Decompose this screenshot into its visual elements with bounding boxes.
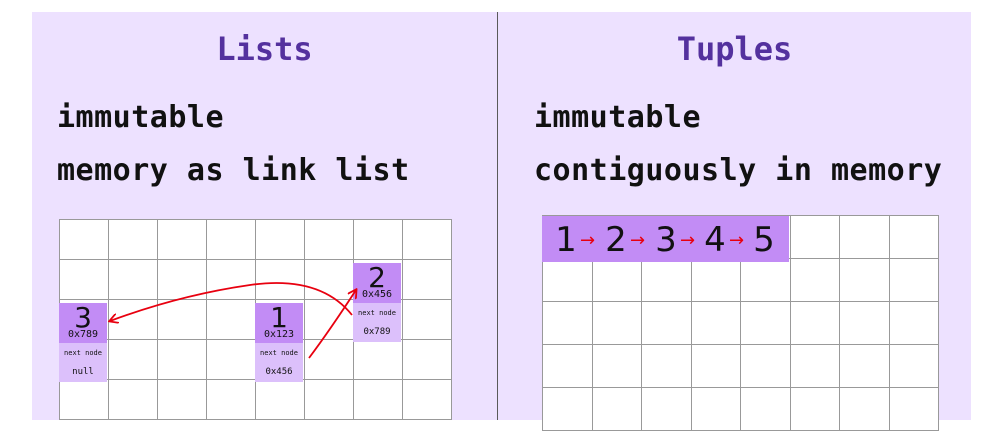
memory-cell: [642, 388, 692, 431]
memory-cell: [642, 302, 692, 345]
memory-cell: [741, 302, 791, 345]
memory-cell: [741, 259, 791, 302]
memory-cell: [691, 259, 741, 302]
memory-cell: [691, 302, 741, 345]
memory-cell: [741, 345, 791, 388]
pointer-arrow-1-to-2: [308, 290, 356, 359]
memory-cell: [691, 388, 741, 431]
memory-cell: [889, 388, 939, 431]
memory-cell: [592, 388, 642, 431]
memory-cell: [889, 216, 939, 259]
memory-cell: [543, 388, 593, 431]
memory-cell: [592, 345, 642, 388]
pointer-arrow-2-to-3: [110, 282, 353, 321]
tuple-block: 1 → 2 → 3 → 4 → 5: [542, 216, 789, 262]
memory-cell: [790, 259, 840, 302]
memory-cell: [840, 302, 890, 345]
tuple-item-5: 5: [753, 220, 775, 260]
memory-cell: [592, 302, 642, 345]
memory-cell: [840, 345, 890, 388]
memory-cell: [889, 259, 939, 302]
memory-cell: [790, 302, 840, 345]
memory-cell: [889, 345, 939, 388]
memory-cell: [840, 259, 890, 302]
memory-cell: [741, 388, 791, 431]
memory-cell: [543, 302, 593, 345]
memory-cell: [592, 259, 642, 302]
memory-cell: [840, 216, 890, 259]
memory-cell: [642, 345, 692, 388]
memory-cell: [790, 216, 840, 259]
memory-cell: [543, 345, 593, 388]
memory-cell: [642, 259, 692, 302]
memory-cell: [889, 302, 939, 345]
memory-cell: [790, 345, 840, 388]
memory-cell: [543, 259, 593, 302]
memory-cell: [691, 345, 741, 388]
memory-cell: [790, 388, 840, 431]
memory-cell: [840, 388, 890, 431]
